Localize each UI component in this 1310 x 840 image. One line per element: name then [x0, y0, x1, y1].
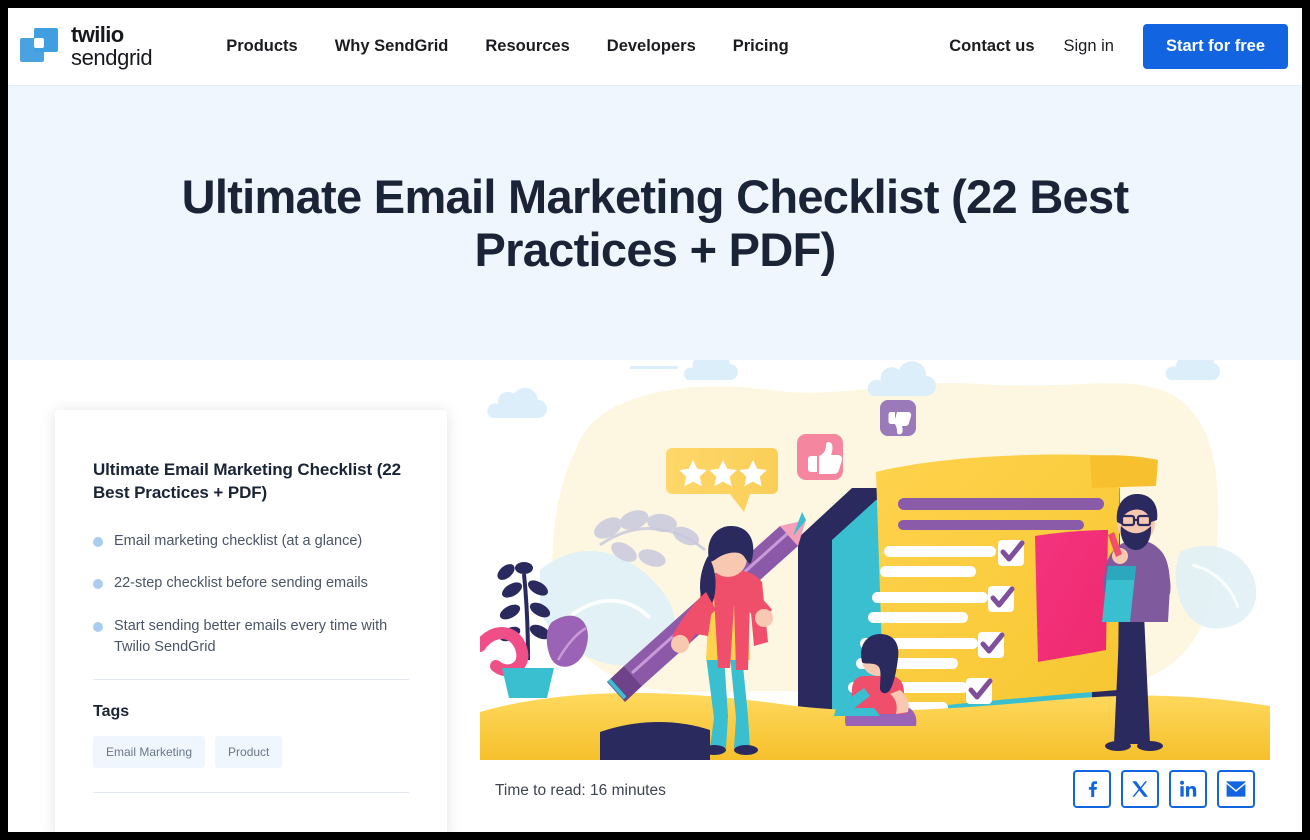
list-item: Start sending better emails every time w…	[93, 616, 409, 657]
email-envelope-icon	[1226, 781, 1246, 797]
brand-wordmark: twilio sendgrid	[71, 21, 153, 70]
linkedin-icon	[1180, 780, 1197, 797]
article-body: Ultimate Email Marketing Checklist (22 B…	[8, 360, 1302, 832]
tag-email-marketing[interactable]: Email Marketing	[93, 736, 206, 769]
share-linkedin-button[interactable]	[1169, 770, 1207, 808]
facebook-icon	[1088, 781, 1097, 797]
email-marketing-checklist-illustration	[480, 360, 1270, 760]
laptop-base	[834, 708, 880, 716]
sheet-fold	[1090, 455, 1158, 488]
brand-logo-link[interactable]: twilio sendgrid	[20, 21, 153, 70]
ground-navy-patch	[600, 722, 710, 760]
bullet-text: 22-step checklist before sending emails	[114, 575, 368, 592]
sign-in-link[interactable]: Sign in	[1064, 37, 1114, 56]
nav-item-why-sendgrid[interactable]: Why SendGrid	[335, 37, 449, 56]
plant-pot	[502, 668, 554, 698]
tag-list: Email Marketing Product	[93, 736, 409, 769]
woman-hand-left	[671, 635, 689, 653]
divider	[93, 679, 409, 681]
woman-shoe-right	[734, 745, 758, 755]
article-summary-card: Ultimate Email Marketing Checklist (22 B…	[55, 410, 447, 832]
summary-bullet-list: Email marketing checklist (at a glance) …	[93, 531, 409, 657]
share-buttons	[1073, 770, 1255, 808]
bullet-dot-icon	[93, 579, 103, 590]
woman-shoe-left	[702, 745, 726, 755]
share-x-twitter-button[interactable]	[1121, 770, 1159, 808]
nav-item-pricing[interactable]: Pricing	[733, 37, 789, 56]
x-twitter-icon	[1132, 781, 1148, 797]
pink-squiggle	[480, 627, 529, 677]
page-title: Ultimate Email Marketing Checklist (22 B…	[181, 169, 1129, 276]
man-shoe-left	[1105, 741, 1131, 751]
thumbs-down-badge	[880, 400, 916, 436]
share-email-button[interactable]	[1217, 770, 1255, 808]
read-time-label: Time to read: 16 minutes	[495, 782, 666, 799]
contact-us-link[interactable]: Contact us	[949, 37, 1034, 56]
header-actions: Contact us Sign in Start for free	[949, 24, 1288, 69]
sheet-accent-panel	[1035, 530, 1108, 662]
tag-product[interactable]: Product	[215, 736, 283, 769]
nav-item-products[interactable]: Products	[226, 37, 298, 56]
summary-card-title: Ultimate Email Marketing Checklist (22 B…	[93, 460, 401, 503]
hero-banner: Ultimate Email Marketing Checklist (22 B…	[8, 86, 1302, 360]
brand-line-twilio: twilio	[71, 21, 124, 47]
divider	[93, 792, 409, 794]
cloud-streak	[630, 366, 678, 369]
tags-heading: Tags	[93, 703, 130, 721]
brand-line-sendgrid: sendgrid	[71, 44, 153, 70]
list-item: Email marketing checklist (at a glance)	[93, 531, 409, 552]
sheet-title-bar	[898, 498, 1104, 510]
start-for-free-button[interactable]: Start for free	[1142, 24, 1288, 69]
site-header: twilio sendgrid Products Why SendGrid Re…	[8, 8, 1302, 86]
clipboard-clip	[1106, 566, 1136, 580]
primary-navigation: Products Why SendGrid Resources Develope…	[226, 37, 788, 56]
list-item: 22-step checklist before sending emails	[93, 573, 409, 594]
sheet-subtitle-bar	[898, 520, 1084, 530]
man-shoe-right	[1137, 741, 1163, 751]
nav-item-developers[interactable]: Developers	[607, 37, 696, 56]
bullet-dot-icon	[93, 536, 103, 547]
twilio-sendgrid-logo-icon	[20, 27, 60, 66]
bullet-text: Email marketing checklist (at a glance)	[114, 532, 363, 549]
thumbs-up-badge	[797, 434, 843, 480]
nav-item-resources[interactable]: Resources	[485, 37, 569, 56]
bullet-dot-icon	[93, 622, 103, 633]
share-facebook-button[interactable]	[1073, 770, 1111, 808]
woman-hand-right	[755, 609, 773, 627]
purple-leaf	[546, 615, 588, 667]
browser-viewport: twilio sendgrid Products Why SendGrid Re…	[8, 8, 1302, 832]
bullet-text: Start sending better emails every time w…	[114, 618, 388, 655]
